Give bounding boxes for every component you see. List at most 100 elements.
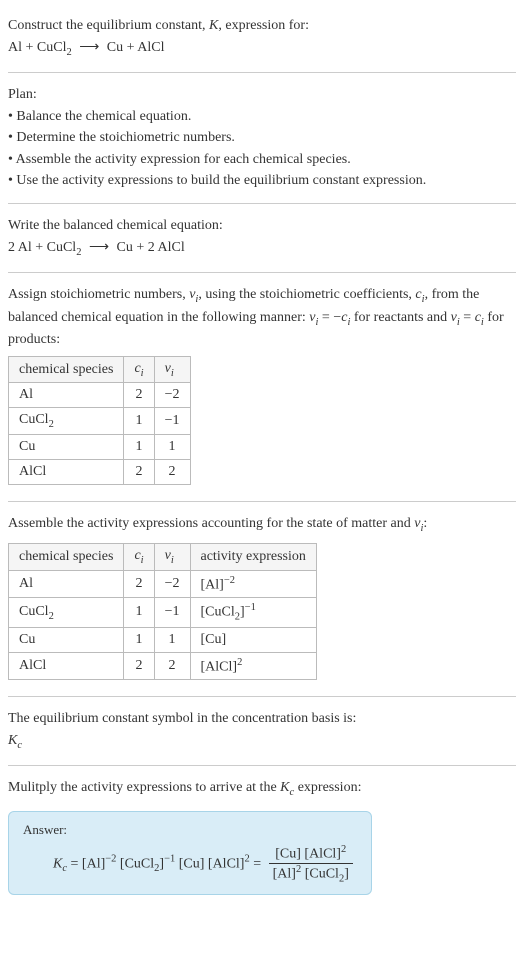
nui-cell: −2 [154,383,190,408]
species-cell: Al [9,570,124,598]
K-symbol: K [8,733,17,748]
numerator: [Cu] [AlCl]2 [269,844,353,864]
text: = − [318,310,341,325]
table-row: CuCl2 1 −1 [CuCl2]−1 [9,598,317,627]
activity-cell: [Al]−2 [190,570,316,598]
ci-cell: 2 [124,652,154,680]
text: : [423,516,427,531]
subscript: c [17,740,22,751]
nui-cell: −1 [154,408,190,435]
text: expression: [294,780,361,795]
answer-equation: Kc = [Al]−2 [CuCl2]−1 [Cu] [AlCl]2 = [Cu… [23,844,357,884]
text: [Al] [201,577,224,592]
table-row: Cu 1 1 [9,435,191,460]
plan-bullet: • Balance the chemical equation. [8,107,516,127]
species-cell: AlCl [9,460,124,485]
term: ] [344,866,349,881]
multiply-text: Mulitply the activity expressions to arr… [8,778,516,800]
header-nui: νi [154,356,190,383]
plan-bullet: • Assemble the activity expression for e… [8,150,516,170]
activity-table: chemical species ci νi activity expressi… [8,543,317,681]
term: [Cu] [AlCl] [275,847,341,862]
subscript: 2 [49,610,54,621]
species-cell: Cu [9,627,124,652]
table-row: AlCl 2 2 [9,460,191,485]
header-species: chemical species [9,543,124,570]
term: [Al] [273,866,296,881]
assign-section: Assign stoichiometric numbers, νi, using… [8,277,516,497]
unbalanced-equation: Al + CuCl2 ⟶ Cu + AlCl [8,38,516,60]
species-cell: CuCl2 [9,598,124,627]
nui-cell: 1 [154,435,190,460]
text: , expression for: [218,18,309,33]
ci-cell: 1 [124,408,154,435]
divider [8,72,516,73]
header-ci: ci [124,356,154,383]
balanced-section: Write the balanced chemical equation: 2 … [8,208,516,268]
text: for reactants and [350,310,450,325]
answer-box: Answer: Kc = [Al]−2 [CuCl2]−1 [Cu] [AlCl… [8,811,372,895]
subscript: 2 [66,46,71,57]
reaction-arrow-icon: ⟶ [85,240,113,255]
activity-cell: [Cu] [190,627,316,652]
exponent: −2 [105,854,116,865]
exponent: 2 [237,657,242,668]
Kc-symbol: Kc [8,731,516,753]
assign-text: Assign stoichiometric numbers, νi, using… [8,285,516,350]
table-row: Al 2 −2 [9,383,191,408]
text: [AlCl] [201,659,238,674]
term: [Al] [82,856,105,871]
table-row: CuCl2 1 −1 [9,408,191,435]
divider [8,203,516,204]
lhs: 2 Al + CuCl [8,240,76,255]
K-symbol: K [209,18,218,33]
problem-statement: Construct the equilibrium constant, K, e… [8,8,516,68]
plan-section: Plan: • Balance the chemical equation. •… [8,77,516,199]
subscript: i [141,367,144,378]
species-cell: CuCl2 [9,408,124,435]
text: CuCl [19,412,49,427]
text: Assemble the activity expressions accoun… [8,516,414,531]
nui-cell: −2 [154,570,190,598]
nui-cell: 1 [154,627,190,652]
divider [8,272,516,273]
concentration-section: The equilibrium constant symbol in the c… [8,701,516,761]
plan-title: Plan: [8,85,516,105]
ci-cell: 2 [124,460,154,485]
activity-text: Assemble the activity expressions accoun… [8,514,516,536]
multiply-section: Mulitply the activity expressions to arr… [8,770,516,909]
divider [8,765,516,766]
species-cell: Cu [9,435,124,460]
equals: = [250,856,265,871]
ci-cell: 2 [124,383,154,408]
concentration-text: The equilibrium constant symbol in the c… [8,709,516,729]
stoichiometric-table: chemical species ci νi Al 2 −2 CuCl2 1 −… [8,356,191,486]
nui-cell: 2 [154,460,190,485]
lhs: Al + CuCl [8,40,66,55]
subscript: i [171,367,174,378]
K-symbol: K [280,780,289,795]
plan-bullet: • Use the activity expressions to build … [8,171,516,191]
reaction-arrow-icon: ⟶ [75,40,103,55]
balanced-equation: 2 Al + CuCl2 ⟶ Cu + 2 AlCl [8,238,516,260]
text: CuCl [19,604,49,619]
species-cell: Al [9,383,124,408]
equals: = [67,856,82,871]
table-header-row: chemical species ci νi [9,356,191,383]
term: [CuCl [301,866,339,881]
term: [CuCl [116,856,154,871]
exponent: −2 [224,575,235,586]
rhs: Cu + AlCl [107,40,165,55]
subscript: i [171,555,174,566]
construct-line: Construct the equilibrium constant, K, e… [8,16,516,36]
rhs: Cu + 2 AlCl [117,240,185,255]
exponent: −1 [164,854,175,865]
divider [8,501,516,502]
plan-bullet: • Determine the stoichiometric numbers. [8,128,516,148]
activity-cell: [CuCl2]−1 [190,598,316,627]
fraction: [Cu] [AlCl]2[Al]2 [CuCl2] [269,844,353,884]
ci-cell: 2 [124,570,154,598]
text: [CuCl [201,605,235,620]
header-ci: ci [124,543,154,570]
balanced-title: Write the balanced chemical equation: [8,216,516,236]
